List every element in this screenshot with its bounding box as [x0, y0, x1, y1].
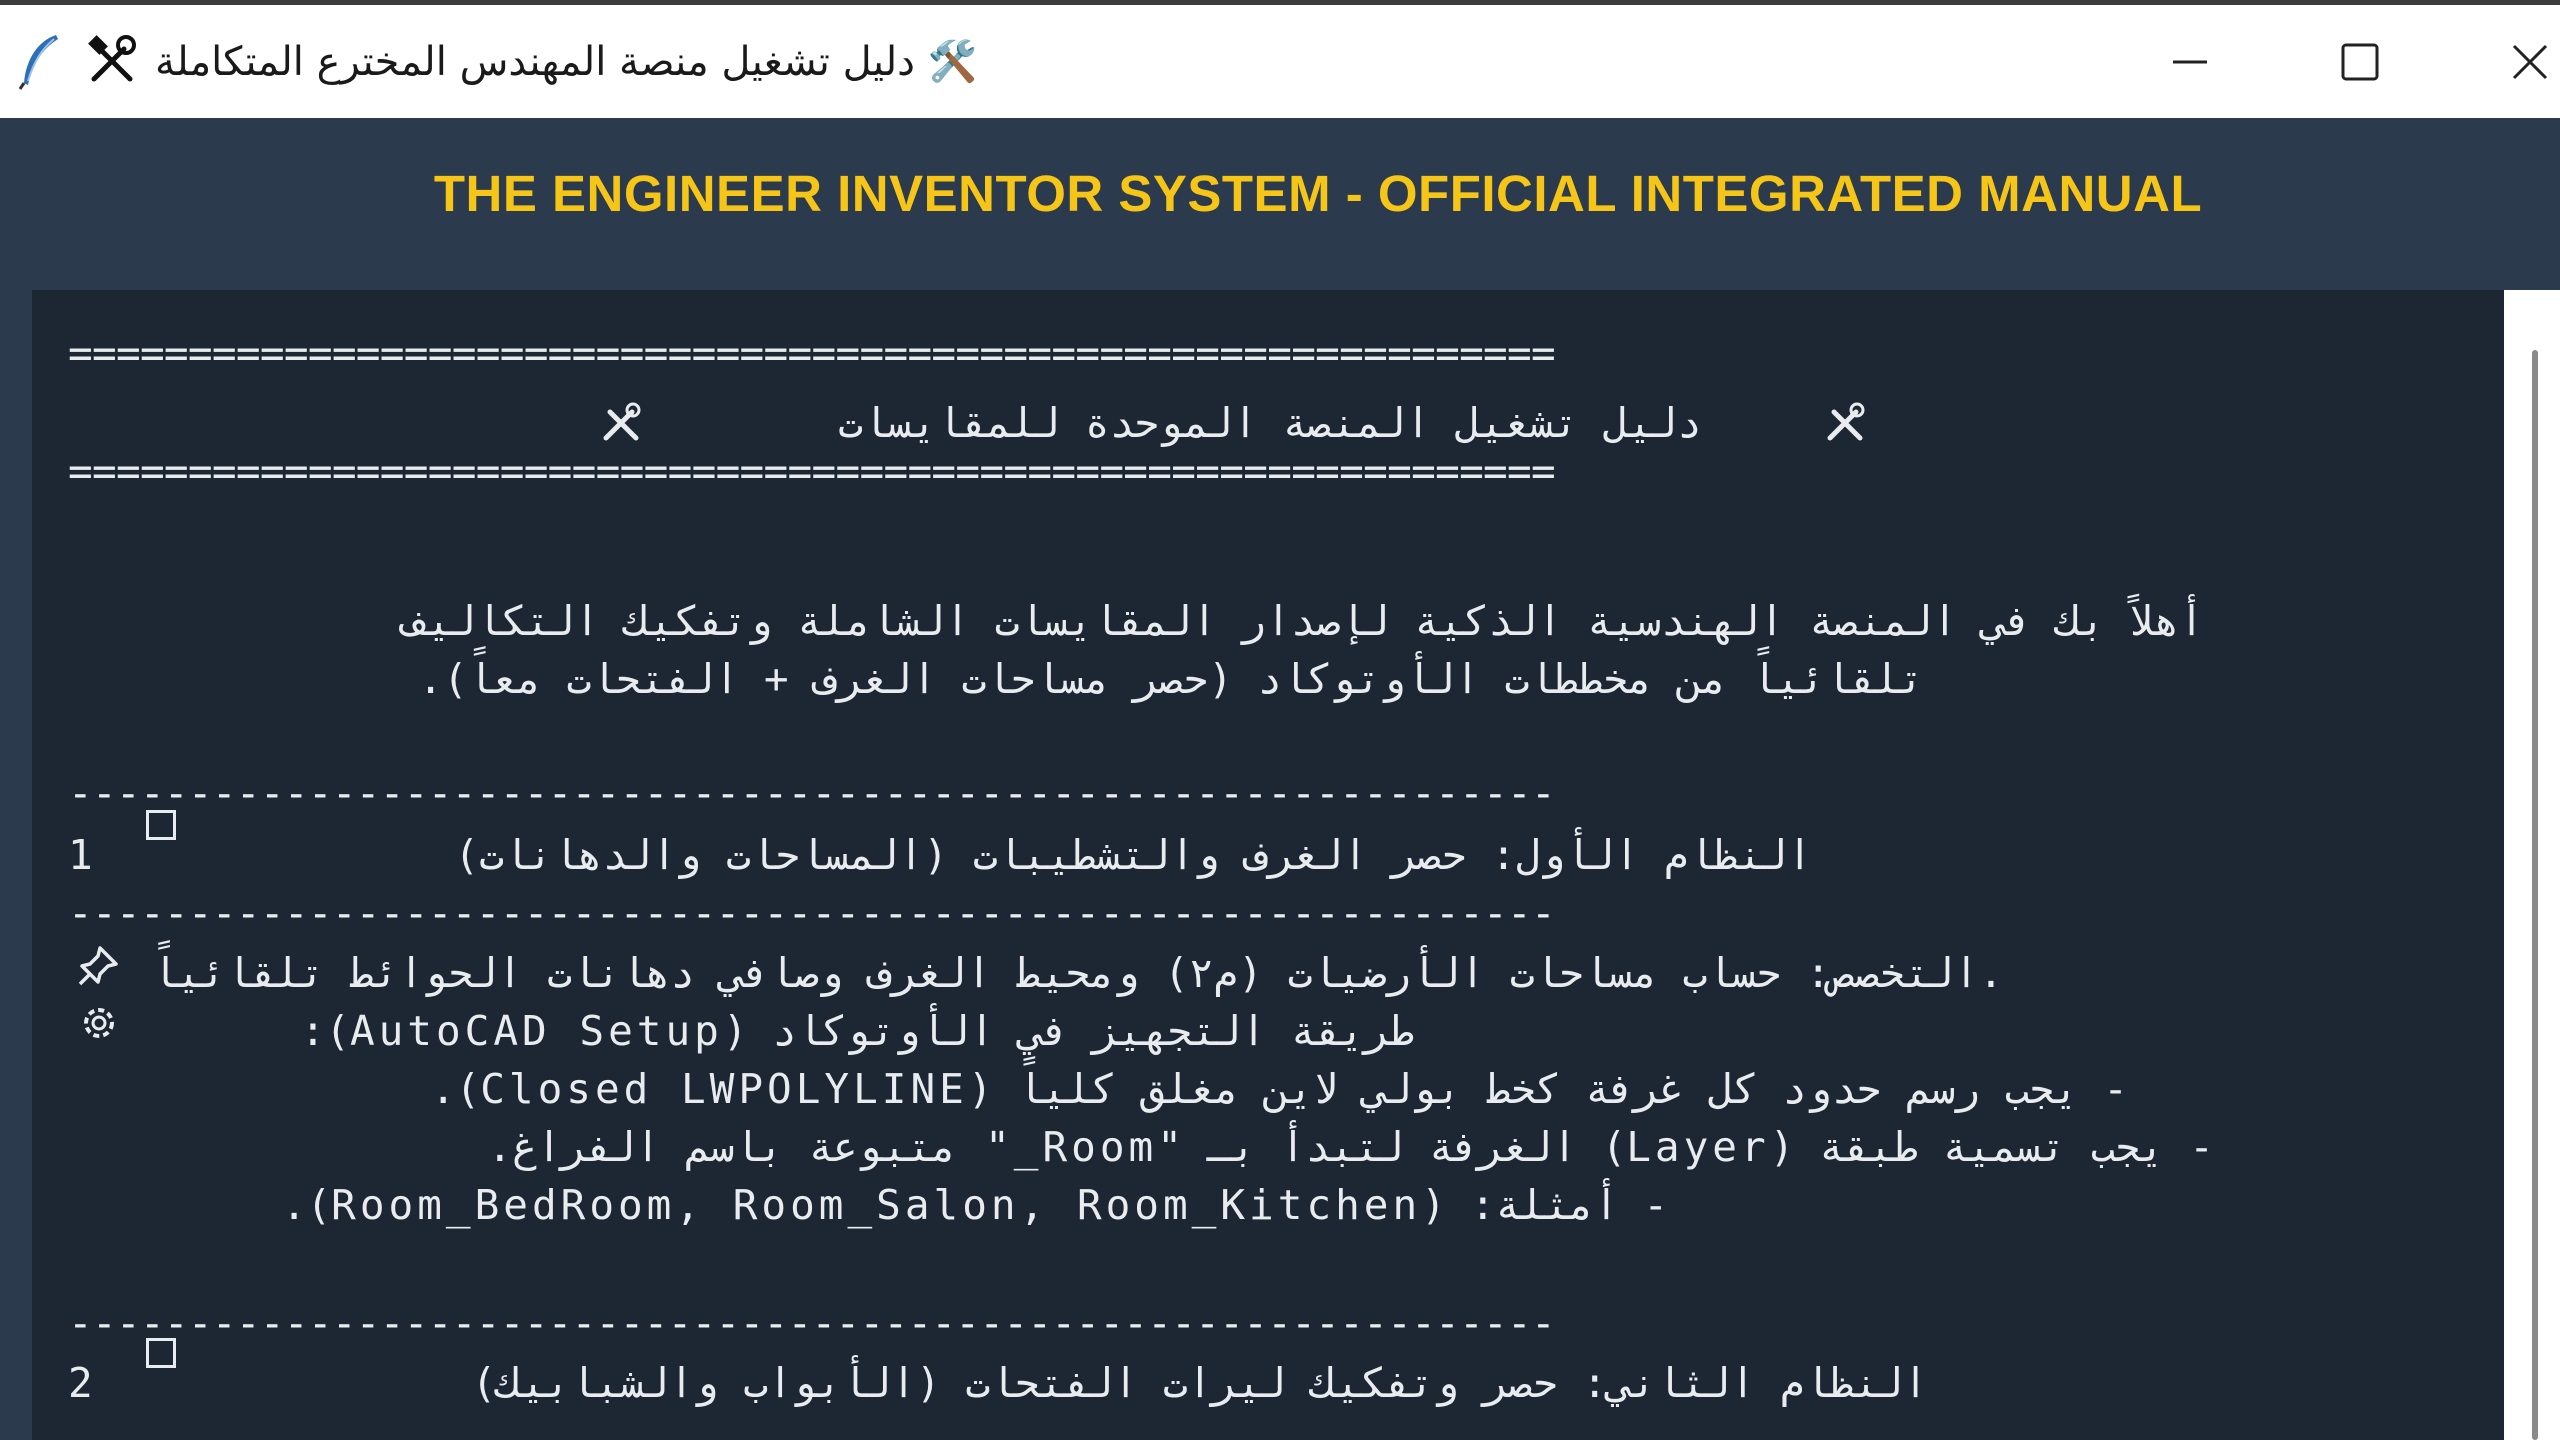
close-button[interactable]	[2480, 5, 2560, 118]
divider-single: ----------------------------------------…	[68, 1299, 1556, 1347]
pushpin-icon	[78, 946, 118, 986]
manual-header: THE ENGINEER INVENTOR SYSTEM - OFFICIAL …	[0, 118, 2560, 290]
checkbox-icon	[146, 1338, 176, 1368]
gear-icon	[84, 1008, 114, 1038]
section-1-bullet-2: - يجب تسمية طبقة (Layer) الغرفة لتبدأ بـ…	[487, 1123, 2214, 1171]
manual-title: THE ENGINEER INVENTOR SYSTEM - OFFICIAL …	[433, 165, 2203, 222]
intro-line-2: تلقائياً من مخططات الأوتوكاد (حصر مساحات…	[418, 655, 1924, 703]
section-1-setup-title: طريقة التجهيز في الأوتوكاد (AutoCAD Setu…	[300, 1007, 1414, 1055]
divider-double: ========================================…	[68, 329, 1556, 377]
window-title: 🛠️ دليل تشغيل منصة المهندس المخترع المتك…	[155, 39, 978, 85]
tools-icon	[1827, 402, 1865, 441]
scrollbar-thumb[interactable]	[2532, 350, 2538, 1440]
section-1-title: النظام الأول: حصر الغرف والتشطيبات (المس…	[454, 831, 1812, 879]
section-2-number: 2	[68, 1359, 93, 1407]
tools-icon	[88, 35, 136, 82]
minimize-icon	[2173, 60, 2207, 64]
tools-icon	[603, 402, 641, 441]
divider-double: ========================================…	[68, 447, 1556, 495]
divider-single: ----------------------------------------…	[68, 769, 1556, 817]
section-2-title: النظام الثاني: حصر وتفكيك ليرات الفتحات …	[471, 1359, 1928, 1407]
window-titlebar[interactable]: 🛠️ دليل تشغيل منصة المهندس المخترع المتك…	[0, 5, 2560, 118]
maximize-button[interactable]	[2305, 5, 2415, 118]
section-1-bullet-3: - أمثلة: (Room_BedRoom, Room_Salon, Room…	[281, 1181, 1668, 1229]
feather-icon	[18, 35, 58, 90]
vertical-scrollbar[interactable]	[2504, 290, 2560, 1440]
checkbox-icon	[146, 810, 176, 840]
close-icon	[2512, 44, 2548, 80]
divider-single: ----------------------------------------…	[68, 889, 1556, 937]
maximize-icon	[2341, 43, 2379, 81]
section-1-bullet-1: - يجب رسم حدود كل غرفة كخط بولي لاين مغل…	[430, 1065, 2128, 1113]
section-1-number: 1	[68, 831, 93, 879]
section-1-specialty: .التخصص: حساب مساحات الأرضيات (م٢) ومحيط…	[152, 949, 2004, 997]
manual-text-area[interactable]: ========================================…	[32, 290, 2504, 1440]
minimize-button[interactable]	[2135, 5, 2245, 118]
divider-single: ----------------------------------------…	[68, 1412, 2042, 1440]
intro-line-1: أهلاً بك في المنصة الهندسية الذكية لإصدا…	[402, 597, 2204, 645]
